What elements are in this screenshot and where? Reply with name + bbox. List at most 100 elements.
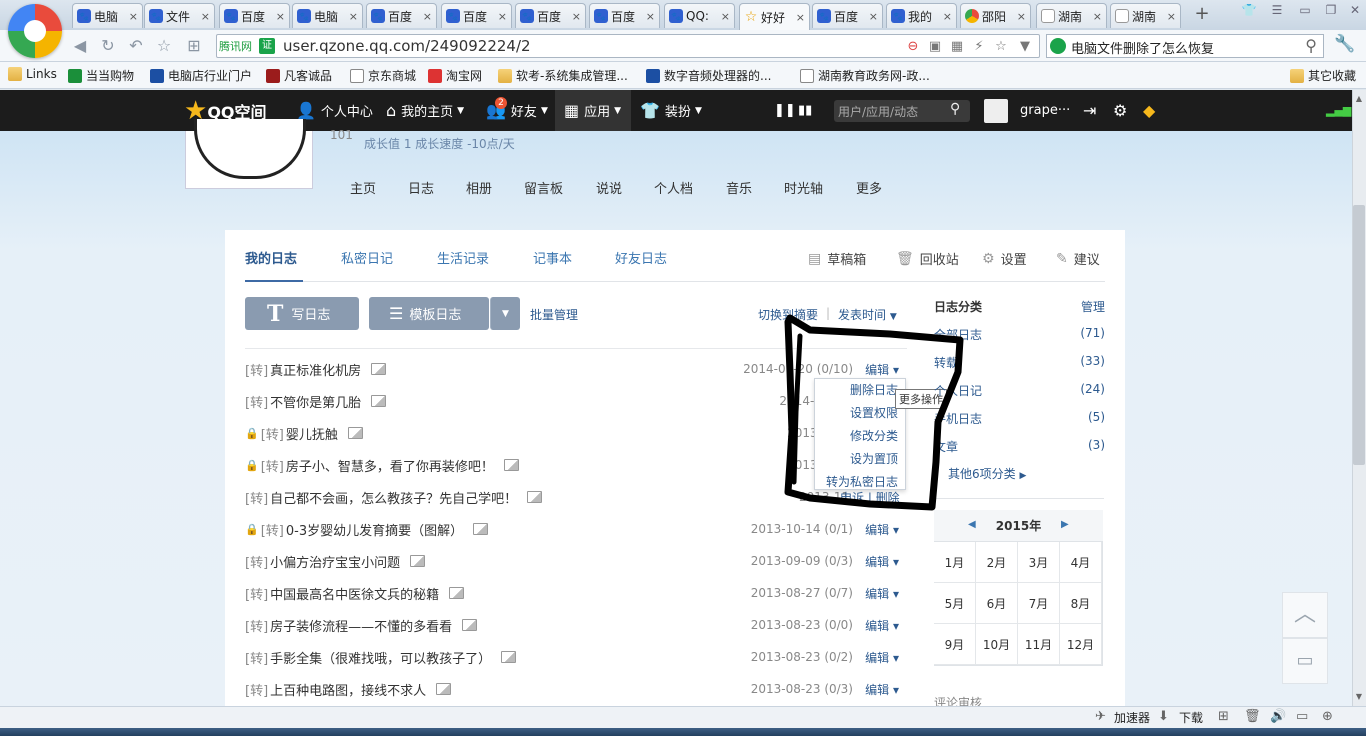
- edit-dropdown[interactable]: 编辑 ▾: [865, 553, 899, 570]
- block-icon[interactable]: ⊖: [905, 39, 921, 55]
- calendar-month[interactable]: 1月: [934, 542, 976, 583]
- sidebar-category[interactable]: 全部日志: [934, 326, 982, 343]
- profile-nav-item[interactable]: 留言板: [524, 178, 563, 197]
- browser-tab[interactable]: 湖南 ×: [1036, 3, 1107, 28]
- tab-close-icon[interactable]: ×: [129, 10, 138, 23]
- refresh-icon[interactable]: ↻: [98, 37, 118, 57]
- friends-link[interactable]: 👥 好友 ▼: [486, 90, 548, 131]
- browser-tab[interactable]: 🐾 我的 ×: [886, 3, 957, 28]
- prev-year-icon[interactable]: ◀: [968, 519, 976, 530]
- browser-tab[interactable]: 🐾 文件 ×: [144, 3, 215, 28]
- apps-icon[interactable]: ⊞: [184, 37, 204, 57]
- bookmark-item[interactable]: 软考-系统集成管理...: [498, 67, 628, 84]
- browser-tab[interactable]: 🐾 电脑 ×: [72, 3, 143, 28]
- tab-close-icon[interactable]: ×: [349, 10, 358, 23]
- table-row[interactable]: [转] 房子装修流程——不懂的多看看 2013-08-23 (0/0) 编辑 ▾: [245, 609, 905, 641]
- personal-center-link[interactable]: 👤 个人中心: [296, 90, 373, 131]
- search-engine-icon[interactable]: [1050, 38, 1066, 54]
- clean-icon[interactable]: 🗑: [1244, 709, 1261, 724]
- settings-gear-icon[interactable]: ⚙: [1113, 90, 1127, 131]
- table-row[interactable]: 🔒[转]婴儿抚触2013-12-2: [245, 417, 905, 449]
- template-dropdown-button[interactable]: ▼: [490, 297, 520, 330]
- qrcode-icon[interactable]: ▦: [949, 39, 965, 55]
- calendar-month[interactable]: 8月: [1060, 583, 1102, 624]
- window-close-icon[interactable]: ✕: [1344, 3, 1366, 21]
- browser-tab[interactable]: 🐾 百度 ×: [515, 3, 586, 28]
- dropdown-menu-item[interactable]: 删除日志: [850, 381, 898, 398]
- wrench-icon[interactable]: 🔧: [1334, 34, 1355, 54]
- pause-icon[interactable]: ❚❚: [774, 90, 796, 131]
- calendar-month[interactable]: 3月: [1018, 542, 1060, 583]
- profile-nav-item[interactable]: 个人档: [654, 178, 693, 197]
- browser-tab[interactable]: 🐾 百度 ×: [589, 3, 660, 28]
- diary-subtab[interactable]: 私密日记: [341, 248, 393, 267]
- calendar-month[interactable]: 12月: [1060, 624, 1102, 665]
- search-input[interactable]: 电脑文件删除了怎么恢复: [1071, 38, 1214, 57]
- category-manage-link[interactable]: 管理: [1081, 298, 1105, 315]
- tab-close-icon[interactable]: ×: [796, 11, 805, 24]
- browser-tab[interactable]: 🐾 百度 ×: [441, 3, 512, 28]
- scroll-up-icon[interactable]: ▲: [1352, 92, 1366, 106]
- apps-menu[interactable]: ▦ 应用 ▼: [564, 90, 621, 131]
- zoom-icon[interactable]: ⊕: [1322, 709, 1333, 724]
- dropdown-menu-item[interactable]: 修改分类: [850, 427, 898, 444]
- profile-nav-item[interactable]: 相册: [466, 178, 492, 197]
- diary-title-link[interactable]: 小偏方治疗宝宝小问题: [270, 552, 400, 571]
- bookmark-item[interactable]: 当当购物: [68, 67, 134, 84]
- diary-subtab[interactable]: 生活记录: [437, 248, 489, 267]
- browser-tab[interactable]: 🐾 百度 ×: [812, 3, 883, 28]
- table-row[interactable]: [转] 自己都不会画，怎么教孩子？先自己学吧！ 2013-11: [245, 481, 905, 513]
- diary-title-link[interactable]: 房子装修流程——不懂的多看看: [270, 616, 452, 635]
- dropdown-icon[interactable]: ▼: [1017, 39, 1033, 55]
- download-icon[interactable]: ⬇: [1158, 709, 1169, 724]
- calendar-month[interactable]: 4月: [1060, 542, 1102, 583]
- tab-close-icon[interactable]: ×: [869, 10, 878, 23]
- calendar-month[interactable]: 2月: [976, 542, 1018, 583]
- bookmark-item[interactable]: 湖南教育政务网-政...: [800, 67, 930, 84]
- batch-manage-link[interactable]: 批量管理: [530, 306, 578, 323]
- recycle-bin-button[interactable]: 🗑 回收站: [896, 249, 959, 269]
- profile-nav-item[interactable]: 说说: [596, 178, 622, 197]
- download-label[interactable]: 下载: [1179, 709, 1203, 726]
- browser-tab[interactable]: 湖南 ×: [1110, 3, 1181, 28]
- new-tab-button[interactable]: +: [1187, 4, 1217, 26]
- diary-title-link[interactable]: 0-3岁婴幼儿发育摘要（图解）: [286, 520, 463, 539]
- diary-subtab[interactable]: 好友日志: [615, 248, 667, 267]
- profile-nav-item[interactable]: 更多: [856, 178, 882, 197]
- diamond-icon[interactable]: ◆: [1143, 90, 1155, 131]
- scroll-down-icon[interactable]: ▼: [1352, 690, 1366, 704]
- profile-nav-item[interactable]: 日志: [408, 178, 434, 197]
- calendar-month[interactable]: 10月: [976, 624, 1018, 665]
- edit-dropdown[interactable]: 编辑 ▾: [865, 361, 899, 378]
- write-diary-button[interactable]: T 写日志: [245, 297, 359, 330]
- favorite-icon[interactable]: ☆: [154, 37, 174, 57]
- bookmark-item[interactable]: 凡客诚品: [266, 67, 332, 84]
- bookmark-item[interactable]: 电脑店行业门户: [150, 67, 252, 84]
- tab-close-icon[interactable]: ×: [1093, 10, 1102, 23]
- screenshot-icon[interactable]: ▣: [927, 39, 943, 55]
- tab-close-icon[interactable]: ×: [721, 10, 730, 23]
- sidebar-category[interactable]: 转载: [934, 354, 958, 371]
- table-row[interactable]: [转] 手影全集（很难找哦，可以教孩子了） 2013-08-23 (0/2) 编辑 ▾: [245, 641, 905, 673]
- tab-close-icon[interactable]: ×: [276, 10, 285, 23]
- maximize-icon[interactable]: ❐: [1320, 3, 1342, 21]
- bookmark-item[interactable]: 京东商城: [350, 67, 416, 84]
- browser-tab[interactable]: 🐾 电脑 ×: [292, 3, 363, 28]
- url-text[interactable]: user.qzone.qq.com/249092224/2: [283, 37, 531, 55]
- addon-icon[interactable]: ⊞: [1218, 709, 1229, 724]
- edit-dropdown[interactable]: 编辑 ▾: [865, 617, 899, 634]
- edit-dropdown[interactable]: 编辑 ▾: [865, 649, 899, 666]
- settings-button[interactable]: ⚙ 设置: [982, 249, 1027, 269]
- diary-title-link[interactable]: 真正标准化机房: [270, 360, 361, 379]
- undo-icon[interactable]: ↶: [126, 37, 146, 57]
- tab-close-icon[interactable]: ×: [423, 10, 432, 23]
- music-bars-icon[interactable]: ▮▮: [798, 90, 812, 131]
- table-row[interactable]: [转] 真正标准化机房 2014-05-20 (0/10) 编辑 ▾: [245, 353, 905, 385]
- window-icon[interactable]: ▭: [1296, 709, 1308, 724]
- search-box[interactable]: 电脑文件删除了怎么恢复 ⚲: [1046, 34, 1324, 58]
- accelerator-icon[interactable]: ✈: [1095, 709, 1106, 724]
- edit-dropdown[interactable]: 编辑 ▾: [865, 585, 899, 602]
- user-avatar[interactable]: [984, 99, 1008, 123]
- table-row[interactable]: [转]不管你是第几胎2014-05-13: [245, 385, 905, 417]
- dropdown-menu-item[interactable]: 设为置顶: [850, 450, 898, 467]
